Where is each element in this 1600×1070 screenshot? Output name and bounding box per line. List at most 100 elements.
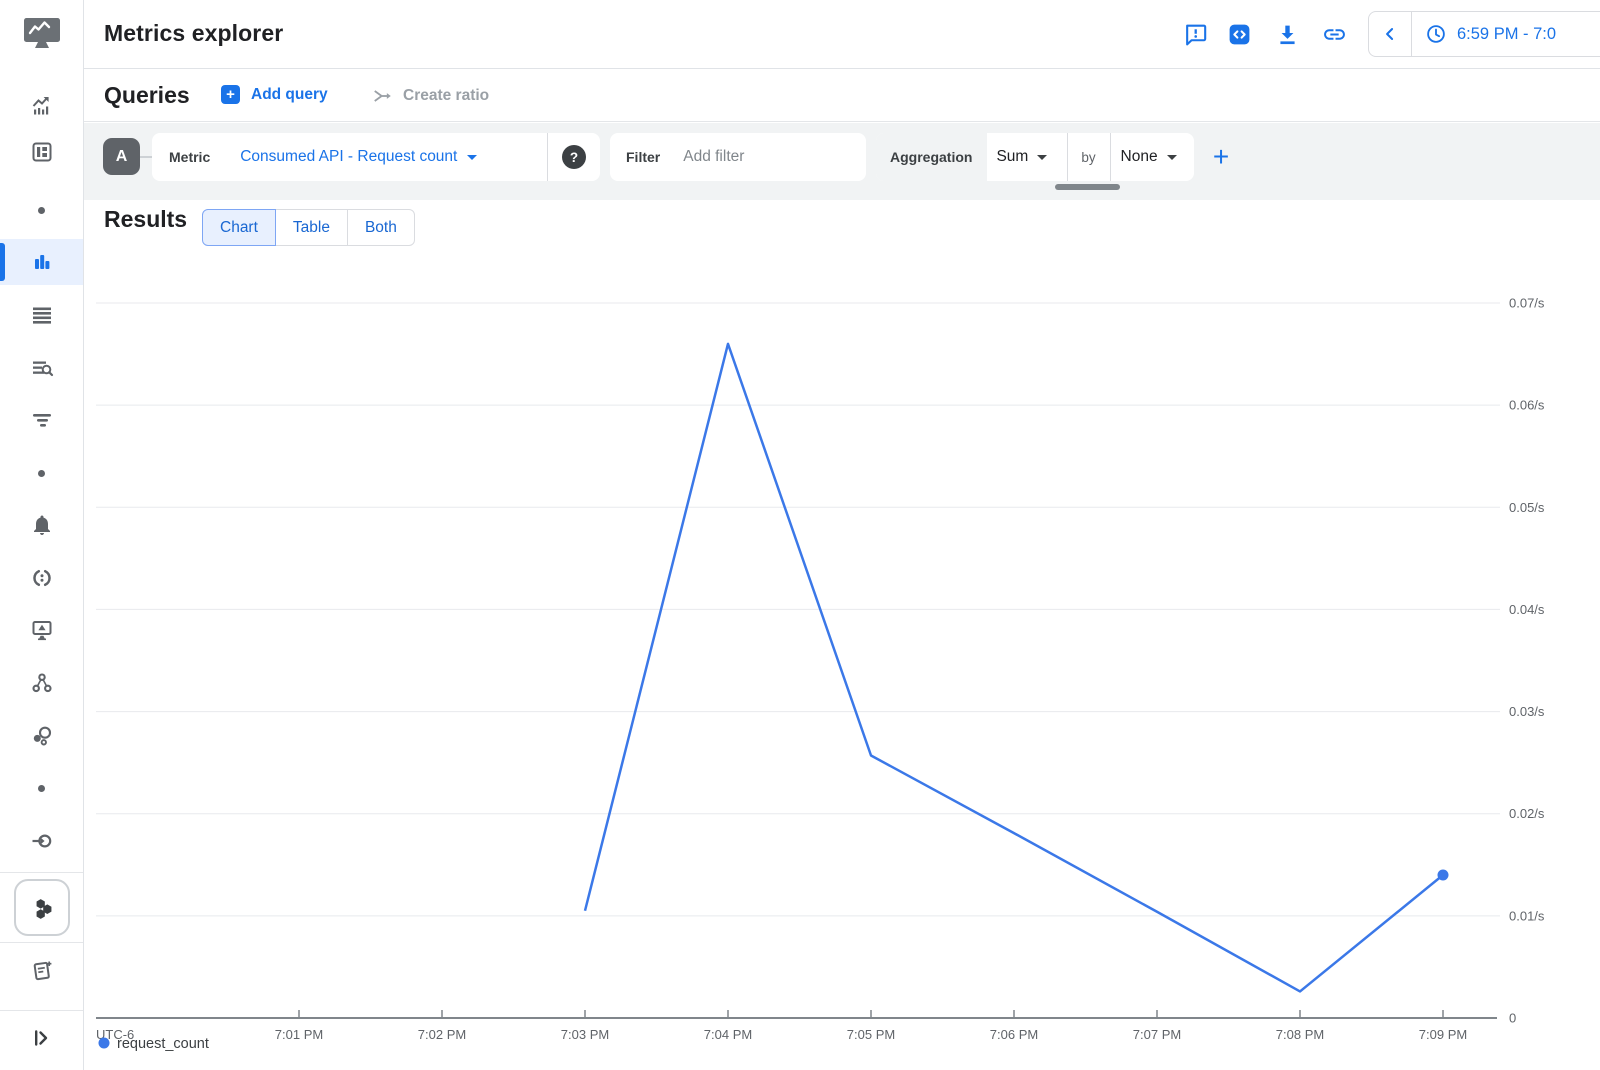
release-notes-icon bbox=[30, 959, 54, 983]
series-endpoint-dot bbox=[1438, 870, 1449, 881]
uptime-checks-icon bbox=[30, 566, 54, 590]
sidebar-item-dashboards-monitor[interactable] bbox=[0, 607, 83, 653]
group-by-value: None bbox=[1121, 148, 1158, 166]
monitor-arrow-icon bbox=[30, 618, 54, 642]
timeseries-chart[interactable]: 0.07/s0.06/s0.05/s0.04/s0.03/s0.02/s0.01… bbox=[0, 250, 1600, 1070]
metric-chip: Metric Consumed API - Request count ? bbox=[152, 133, 600, 181]
integrations-arrow-ring-icon bbox=[30, 829, 54, 853]
sidebar-item-uptime-checks[interactable] bbox=[0, 555, 83, 601]
sidebar-item-trace[interactable] bbox=[0, 397, 83, 443]
code-editor-icon[interactable] bbox=[1227, 22, 1252, 47]
filter-input[interactable] bbox=[683, 148, 843, 166]
monitoring-logo[interactable] bbox=[0, 0, 83, 68]
metric-help-button[interactable]: ? bbox=[548, 145, 600, 169]
group-by-dropdown[interactable]: None bbox=[1111, 148, 1177, 166]
y-axis-label: 0 bbox=[1509, 1011, 1516, 1026]
sidebar-item-metrics-explorer[interactable] bbox=[0, 239, 83, 285]
results-heading: Results bbox=[104, 206, 187, 233]
logs-list-icon bbox=[30, 303, 54, 327]
plus-icon: + bbox=[221, 85, 240, 104]
sidebar-item-logs-search[interactable] bbox=[0, 345, 83, 391]
services-topology-icon bbox=[30, 671, 54, 695]
time-range-value: 6:59 PM - 7:0 bbox=[1457, 25, 1556, 44]
merge-arrow-icon bbox=[372, 85, 394, 107]
sidebar-item-groups[interactable] bbox=[0, 713, 83, 759]
dashboards-icon bbox=[30, 140, 54, 164]
add-aggregation-button[interactable]: + bbox=[1203, 133, 1239, 181]
download-icon[interactable] bbox=[1275, 22, 1300, 47]
metrics-explorer-page: { "header": { "title": "Metrics explorer… bbox=[0, 0, 1600, 1070]
aggregation-value: Sum bbox=[996, 148, 1028, 166]
series-line bbox=[585, 344, 1443, 992]
x-axis-tick-label: 7:02 PM bbox=[418, 1027, 466, 1042]
aggregation-label: Aggregation bbox=[876, 133, 987, 181]
sidebar-item-dashboards[interactable] bbox=[0, 129, 83, 175]
x-axis-tick-label: 7:01 PM bbox=[275, 1027, 323, 1042]
caret-down-icon bbox=[1167, 155, 1177, 160]
metric-value: Consumed API - Request count bbox=[240, 148, 457, 166]
tab-both[interactable]: Both bbox=[347, 209, 415, 246]
by-label: by bbox=[1067, 150, 1109, 165]
groups-bubbles-icon bbox=[30, 724, 54, 748]
trace-spans-icon bbox=[30, 408, 54, 432]
sidebar-item-alerting[interactable] bbox=[0, 502, 83, 548]
time-range-button[interactable]: 6:59 PM - 7:0 bbox=[1412, 23, 1556, 45]
sidebar-dot-separator bbox=[38, 470, 45, 477]
sidebar-item-release-notes[interactable] bbox=[0, 948, 83, 994]
caret-down-icon bbox=[467, 155, 477, 160]
sidebar-section-divider bbox=[0, 872, 83, 873]
y-axis-label: 0.03/s bbox=[1509, 704, 1545, 719]
caret-down-icon bbox=[1037, 155, 1047, 160]
chevron-left-icon bbox=[1380, 24, 1400, 44]
x-axis-tick-label: 7:03 PM bbox=[561, 1027, 609, 1042]
monitoring-logo-icon bbox=[20, 13, 64, 55]
time-range-picker: 6:59 PM - 7:0 bbox=[1368, 11, 1600, 57]
add-query-label: Add query bbox=[251, 86, 328, 104]
x-axis-tick-label: 7:08 PM bbox=[1276, 1027, 1324, 1042]
help-icon: ? bbox=[562, 145, 586, 169]
queries-bar: Queries + Add query Create ratio bbox=[84, 69, 1600, 122]
aggregation-dropdown[interactable]: Sum bbox=[996, 148, 1047, 166]
resize-drag-handle[interactable] bbox=[1055, 184, 1120, 190]
queries-heading: Queries bbox=[104, 82, 190, 109]
page-title: Metrics explorer bbox=[104, 20, 283, 47]
x-axis-tick-label: 7:06 PM bbox=[990, 1027, 1038, 1042]
active-indicator-bar bbox=[0, 243, 5, 281]
sidebar-section-divider bbox=[0, 942, 83, 943]
query-letter-badge[interactable]: A bbox=[103, 138, 140, 175]
logs-search-icon bbox=[30, 356, 54, 380]
sidebar-dot-separator bbox=[38, 207, 45, 214]
add-query-button[interactable]: + Add query bbox=[221, 85, 328, 104]
connector-line bbox=[140, 156, 152, 158]
sidebar-item-services[interactable] bbox=[0, 660, 83, 706]
sidebar bbox=[0, 0, 84, 1070]
metrics-explorer-bars-icon bbox=[30, 250, 54, 274]
sidebar-item-overview[interactable] bbox=[0, 82, 83, 128]
y-axis-label: 0.04/s bbox=[1509, 602, 1545, 617]
hexagons-icon bbox=[29, 895, 55, 921]
tab-chart[interactable]: Chart bbox=[202, 209, 276, 246]
feedback-icon[interactable] bbox=[1183, 22, 1208, 47]
legend-label: request_count bbox=[117, 1036, 209, 1052]
alerting-bell-icon bbox=[30, 513, 54, 537]
y-axis-label: 0.05/s bbox=[1509, 500, 1545, 515]
query-builder: A Metric Consumed API - Request count ? … bbox=[84, 123, 1600, 200]
filter-chip: Filter bbox=[610, 133, 866, 181]
sidebar-expand-button[interactable] bbox=[0, 1015, 83, 1061]
sidebar-item-logs[interactable] bbox=[0, 292, 83, 338]
share-link-icon[interactable] bbox=[1322, 22, 1347, 47]
tab-table[interactable]: Table bbox=[275, 209, 348, 246]
results-view-toggle: Chart Table Both bbox=[202, 209, 415, 246]
sidebar-item-kubernetes[interactable] bbox=[14, 879, 70, 936]
metric-dropdown[interactable]: Consumed API - Request count bbox=[240, 148, 477, 166]
filter-label: Filter bbox=[610, 149, 660, 165]
sidebar-item-integrations[interactable] bbox=[0, 818, 83, 864]
y-axis-label: 0.02/s bbox=[1509, 806, 1545, 821]
expand-nav-icon bbox=[30, 1026, 54, 1050]
time-range-back-button[interactable] bbox=[1369, 12, 1411, 56]
overview-chart-icon bbox=[30, 93, 54, 117]
create-ratio-button[interactable]: Create ratio bbox=[372, 85, 489, 107]
clock-icon bbox=[1425, 23, 1447, 45]
x-axis-tick-label: 7:04 PM bbox=[704, 1027, 752, 1042]
y-axis-label: 0.01/s bbox=[1509, 908, 1545, 923]
